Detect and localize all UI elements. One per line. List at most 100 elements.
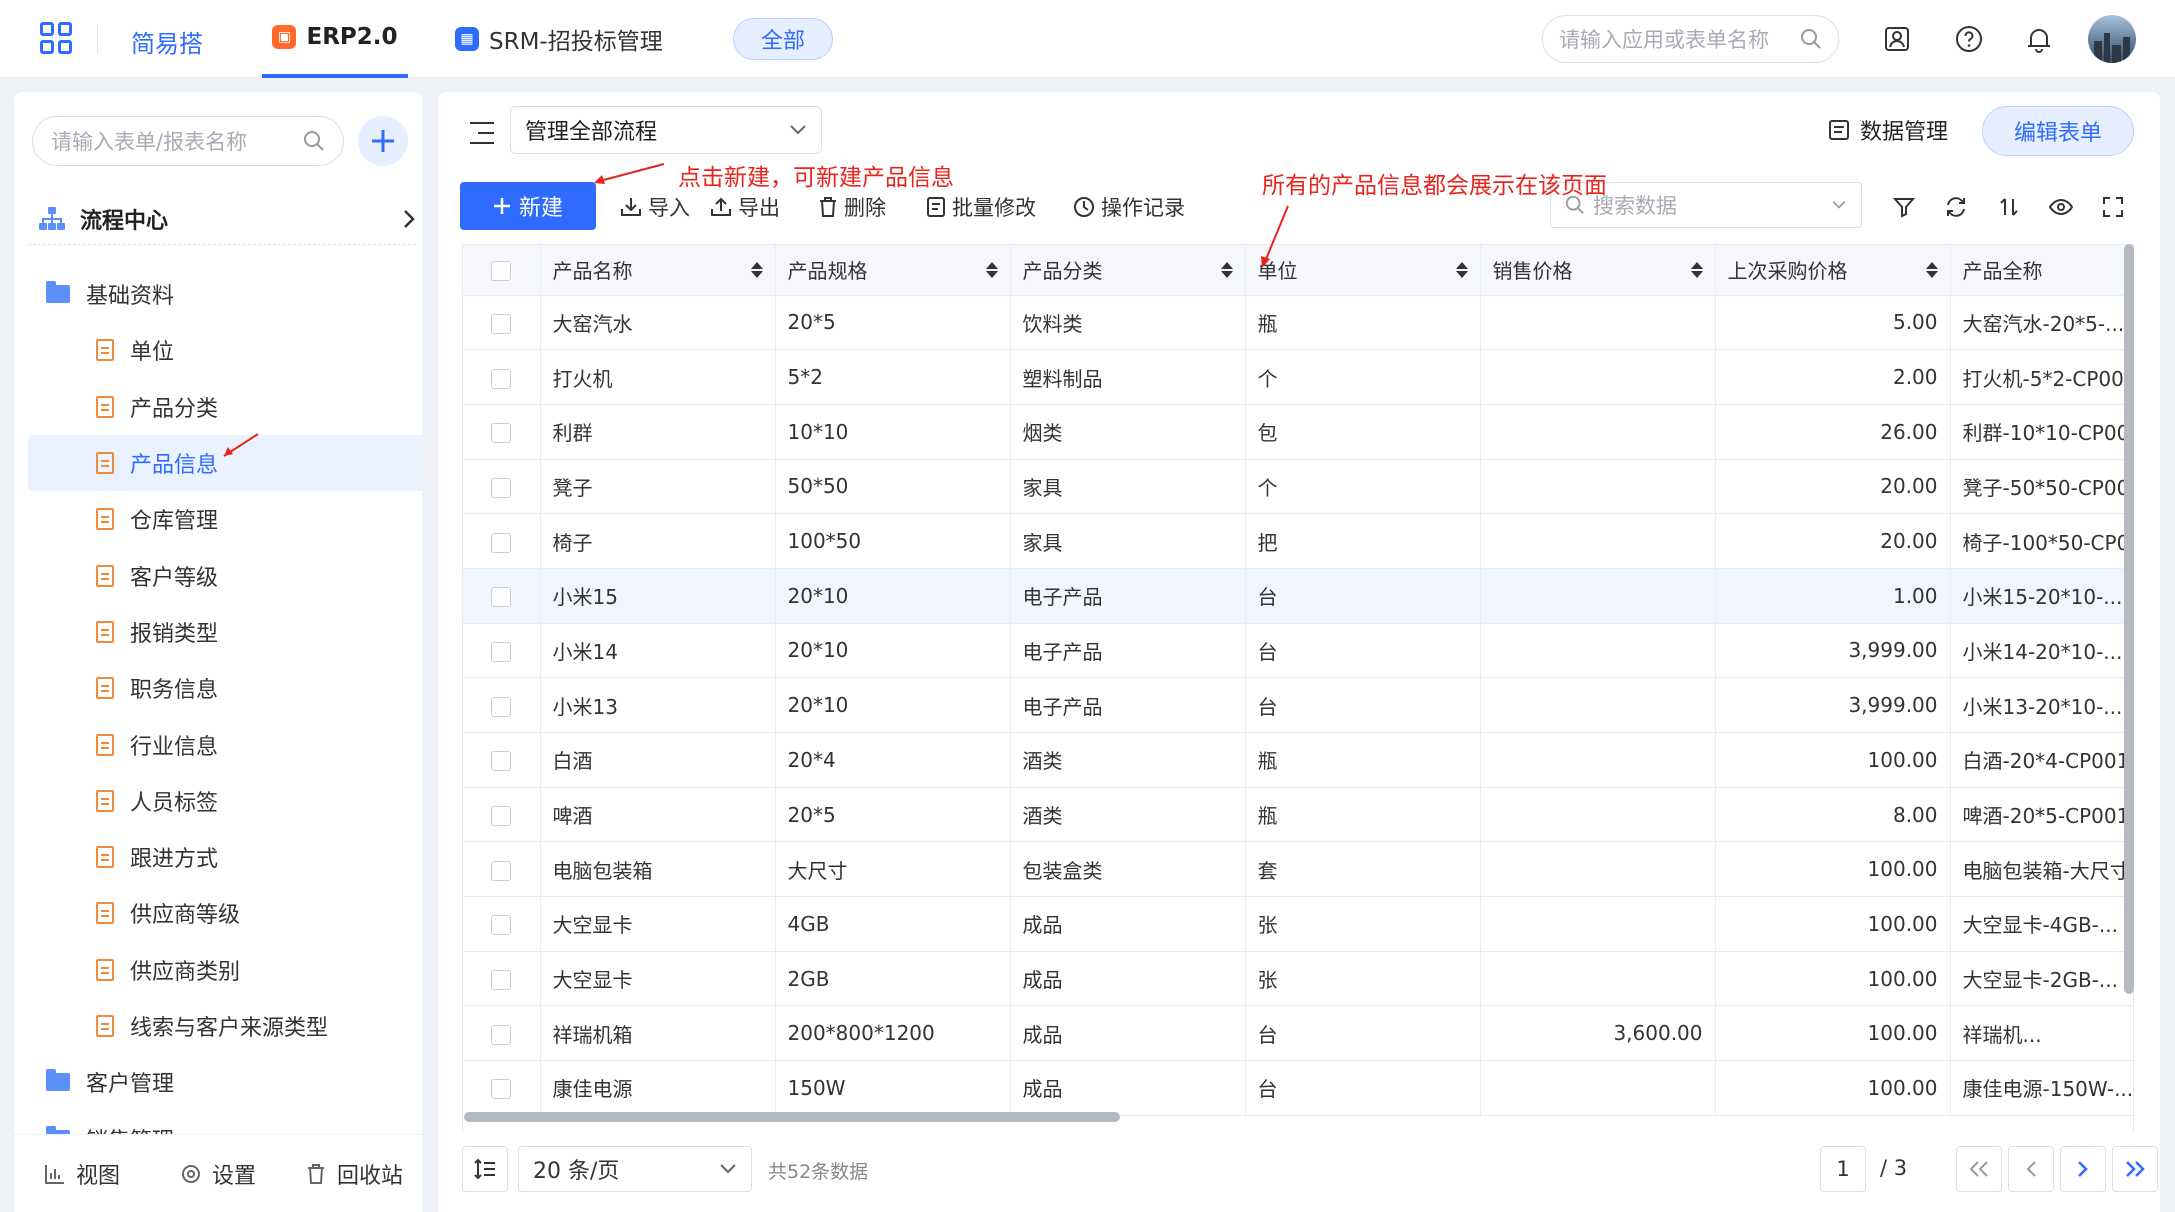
settings-button[interactable]: 设置: [150, 1158, 286, 1190]
sort-icon[interactable]: [1925, 261, 1938, 279]
row-checkbox[interactable]: [463, 349, 541, 405]
sidebar-item[interactable]: 人员标签: [28, 773, 422, 829]
next-page-button[interactable]: [2060, 1146, 2106, 1192]
row-checkbox[interactable]: [463, 568, 541, 624]
tab-srm[interactable]: ▦ SRM-招投标管理: [455, 0, 663, 78]
row-density-button[interactable]: [462, 1146, 508, 1192]
avatar[interactable]: [2088, 15, 2136, 63]
horizontal-scrollbar[interactable]: [464, 1112, 1120, 1122]
column-header[interactable]: 产品分类: [1010, 245, 1246, 296]
sidebar-item[interactable]: 客户等级: [28, 547, 422, 603]
column-header[interactable]: 产品规格: [775, 245, 1011, 296]
row-checkbox[interactable]: [463, 951, 541, 1007]
sidebar-item[interactable]: 供应商类别: [28, 942, 422, 998]
recycle-bin-button[interactable]: 回收站: [286, 1158, 422, 1190]
sort-icon[interactable]: [985, 261, 998, 279]
table-row[interactable]: 大空显卡 4GB 成品张 100.00 大空显卡-4GB-...: [463, 896, 2133, 952]
row-checkbox[interactable]: [463, 513, 541, 569]
row-checkbox[interactable]: [463, 623, 541, 679]
refresh-icon[interactable]: [1943, 194, 1969, 220]
chevron-down-icon: [1832, 201, 1846, 209]
flow-center-item[interactable]: 流程中心: [38, 196, 416, 242]
last-page-button[interactable]: [2112, 1146, 2158, 1192]
table-row[interactable]: 大窑汽水 20*5 饮料类瓶 5.00 大窑汽水-20*5-...: [463, 295, 2133, 351]
column-header[interactable]: 上次采购价格: [1715, 245, 1951, 296]
table-row[interactable]: 利群 10*10 烟类包 26.00 利群-10*10-CP001: [463, 404, 2133, 460]
page-number-input[interactable]: 1: [1820, 1146, 1866, 1192]
sidebar-item[interactable]: 跟进方式: [28, 829, 422, 885]
contacts-icon[interactable]: [1882, 24, 1912, 54]
cell-name: 啤酒: [540, 787, 776, 843]
prev-page-button[interactable]: [2008, 1146, 2054, 1192]
row-checkbox[interactable]: [463, 459, 541, 515]
sidebar-item[interactable]: 行业信息: [28, 716, 422, 772]
table-row[interactable]: 凳子 50*50 家具个 20.00 凳子-50*50-CP001: [463, 459, 2133, 515]
column-header[interactable]: 产品名称: [540, 245, 776, 296]
filter-icon[interactable]: [1891, 194, 1917, 220]
sidebar-item[interactable]: 线索与客户来源类型: [28, 998, 422, 1054]
table-row[interactable]: 电脑包装箱 大尺寸 包装盒类套 100.00 电脑包装箱-大尺寸: [463, 841, 2133, 898]
app-name[interactable]: 简易搭: [131, 24, 203, 59]
first-page-button[interactable]: [1956, 1146, 2002, 1192]
table-row[interactable]: 小米14 20*10 电子产品台 3,999.00 小米14-20*10-...: [463, 623, 2133, 679]
app-search-input[interactable]: 请输入应用或表单名称: [1542, 15, 1839, 63]
sidebar-item[interactable]: 职务信息: [28, 660, 422, 716]
vertical-scrollbar[interactable]: [2124, 244, 2134, 994]
row-checkbox[interactable]: [463, 404, 541, 460]
cell-name: 大窑汽水: [540, 295, 776, 351]
column-header[interactable]: 产品全称: [1950, 245, 2133, 296]
bell-icon[interactable]: [2024, 24, 2054, 54]
row-checkbox[interactable]: [463, 732, 541, 788]
tab-erp[interactable]: ▣ ERP2.0: [262, 0, 408, 78]
sidebar-item[interactable]: 仓库管理: [28, 491, 422, 547]
table-row[interactable]: 小米15 20*10 电子产品台 1.00 小米15-20*10-...: [463, 568, 2133, 624]
row-checkbox[interactable]: [463, 1060, 541, 1116]
view-button[interactable]: 视图: [14, 1158, 150, 1190]
new-button[interactable]: 新建: [460, 182, 596, 230]
flow-filter-select[interactable]: 管理全部流程: [510, 106, 822, 154]
page-size-select[interactable]: 20 条/页: [518, 1146, 752, 1192]
edit-form-button[interactable]: 编辑表单: [1982, 106, 2134, 156]
apps-grid-icon[interactable]: [40, 22, 74, 56]
sort-icon[interactable]: [1690, 261, 1703, 279]
sort-icon[interactable]: [1996, 194, 2022, 220]
form-search-input[interactable]: 请输入表单/报表名称: [32, 116, 344, 166]
table-row[interactable]: 打火机 5*2 塑料制品个 2.00 打火机-5*2-CP001: [463, 349, 2133, 405]
sort-icon[interactable]: [750, 261, 763, 279]
table-row[interactable]: 椅子 100*50 家具把 20.00 椅子-100*50-CP00: [463, 513, 2133, 569]
sort-icon[interactable]: [1455, 261, 1468, 279]
collapse-menu-icon[interactable]: [470, 122, 494, 144]
sidebar-item[interactable]: 单位: [28, 322, 422, 378]
export-button[interactable]: 导出: [710, 192, 780, 222]
table-row[interactable]: 小米13 20*10 电子产品台 3,999.00 小米13-20*10-...: [463, 677, 2133, 733]
row-checkbox[interactable]: [463, 896, 541, 952]
table-row[interactable]: 啤酒 20*5 酒类瓶 8.00 啤酒-20*5-CP0012: [463, 787, 2133, 843]
row-checkbox[interactable]: [463, 295, 541, 351]
column-header[interactable]: 销售价格: [1480, 245, 1716, 296]
all-apps-button[interactable]: 全部: [733, 18, 833, 60]
data-management-button[interactable]: 数据管理: [1828, 114, 1948, 146]
batch-edit-button[interactable]: 批量修改: [926, 192, 1036, 222]
table-row[interactable]: 大空显卡 2GB 成品张 100.00 大空显卡-2GB-...: [463, 951, 2133, 1007]
row-checkbox[interactable]: [463, 841, 541, 898]
table-row[interactable]: 白酒 20*4 酒类瓶 100.00 白酒-20*4-CP0012: [463, 732, 2133, 788]
delete-button[interactable]: 删除: [818, 192, 886, 222]
eye-icon[interactable]: [2048, 194, 2074, 220]
help-icon[interactable]: [1954, 24, 1984, 54]
operation-log-button[interactable]: 操作记录: [1073, 192, 1185, 222]
sort-icon[interactable]: [1220, 261, 1233, 279]
import-button[interactable]: 导入: [620, 192, 690, 222]
sidebar-item[interactable]: 供应商等级: [28, 885, 422, 941]
sidebar-item[interactable]: 产品分类: [28, 379, 422, 435]
fullscreen-icon[interactable]: [2100, 194, 2126, 220]
select-all-checkbox[interactable]: [463, 245, 541, 296]
row-checkbox[interactable]: [463, 1005, 541, 1062]
add-form-button[interactable]: [358, 116, 408, 166]
sidebar-folder[interactable]: 客户管理: [28, 1054, 422, 1110]
row-checkbox[interactable]: [463, 677, 541, 733]
sidebar-folder[interactable]: 基础资料: [28, 266, 422, 322]
table-row[interactable]: 康佳电源 150W 成品台 100.00 康佳电源-150W-...: [463, 1060, 2133, 1116]
table-row[interactable]: 祥瑞机箱 200*800*1200 成品台 3,600.00 100.00 祥瑞机...: [463, 1005, 2133, 1062]
sidebar-item[interactable]: 报销类型: [28, 604, 422, 660]
row-checkbox[interactable]: [463, 787, 541, 843]
